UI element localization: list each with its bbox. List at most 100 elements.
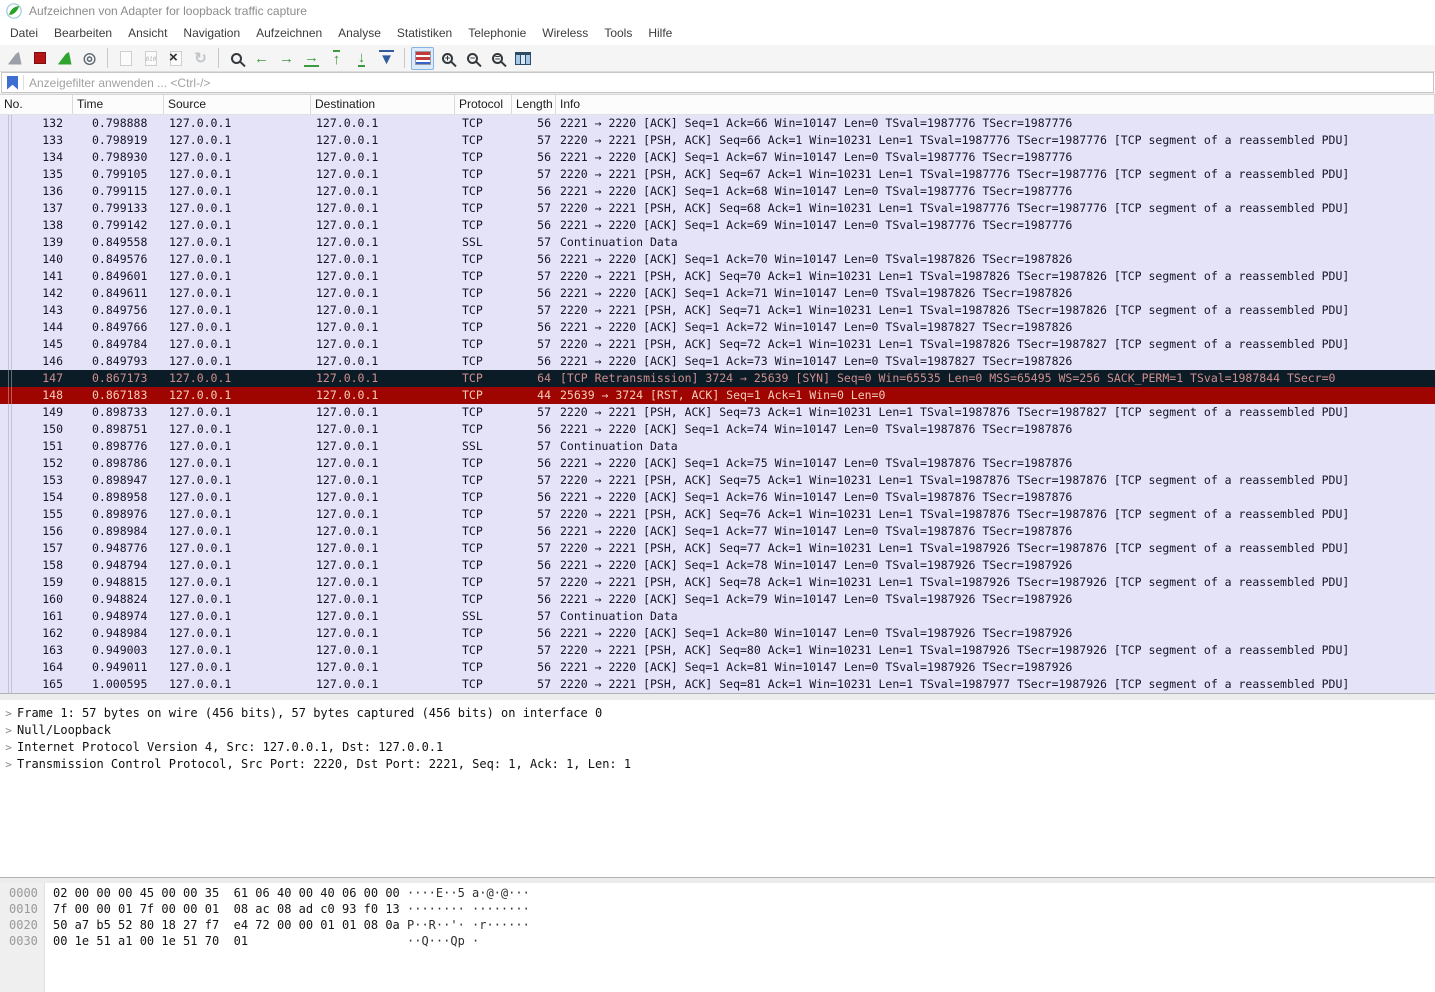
packet-no: 142: [42, 286, 63, 300]
packet-row[interactable]: 138 0.799142 127.0.0.1 127.0.0.1 TCP 56 …: [0, 217, 1435, 234]
packet-row[interactable]: 159 0.948815 127.0.0.1 127.0.0.1 TCP 57 …: [0, 574, 1435, 591]
menu-item[interactable]: Aufzeichnen: [248, 22, 330, 45]
detail-row[interactable]: Frame 1: 57 bytes on wire (456 bits), 57…: [0, 705, 1435, 722]
packet-source: 127.0.0.1: [169, 303, 232, 317]
packet-row[interactable]: 151 0.898776 127.0.0.1 127.0.0.1 SSL 57 …: [0, 438, 1435, 455]
packet-row[interactable]: 150 0.898751 127.0.0.1 127.0.0.1 TCP 56 …: [0, 421, 1435, 438]
packet-row[interactable]: 164 0.949011 127.0.0.1 127.0.0.1 TCP 56 …: [0, 659, 1435, 676]
packet-row[interactable]: 143 0.849756 127.0.0.1 127.0.0.1 TCP 57 …: [0, 302, 1435, 319]
packet-info: 2220 → 2221 [PSH, ACK] Seq=70 Ack=1 Win=…: [560, 269, 1350, 283]
packet-row[interactable]: 155 0.898976 127.0.0.1 127.0.0.1 TCP 57 …: [0, 506, 1435, 523]
packet-row[interactable]: 134 0.798930 127.0.0.1 127.0.0.1 TCP 56 …: [0, 149, 1435, 166]
expand-chevron-icon[interactable]: [0, 756, 17, 773]
menu-item[interactable]: Navigation: [175, 22, 248, 45]
detail-row[interactable]: Null/Loopback: [0, 722, 1435, 739]
stop-capture-icon[interactable]: [28, 47, 51, 70]
packet-row[interactable]: 163 0.949003 127.0.0.1 127.0.0.1 TCP 57 …: [0, 642, 1435, 659]
packet-row[interactable]: 144 0.849766 127.0.0.1 127.0.0.1 TCP 56 …: [0, 319, 1435, 336]
packet-row[interactable]: 141 0.849601 127.0.0.1 127.0.0.1 TCP 57 …: [0, 268, 1435, 285]
auto-scroll-icon[interactable]: ▼: [375, 47, 398, 70]
menu-item[interactable]: Statistiken: [389, 22, 460, 45]
hex-row[interactable]: 0030 00 1e 51 a1 00 1e 51 70 01 ··Q···Qp…: [0, 934, 1435, 950]
packet-row[interactable]: 147 0.867173 127.0.0.1 127.0.0.1 TCP 64 …: [0, 370, 1435, 387]
packet-row[interactable]: 149 0.898733 127.0.0.1 127.0.0.1 TCP 57 …: [0, 404, 1435, 421]
packet-row[interactable]: 136 0.799115 127.0.0.1 127.0.0.1 TCP 56 …: [0, 183, 1435, 200]
go-forward-icon[interactable]: →: [275, 47, 298, 70]
packet-row[interactable]: 160 0.948824 127.0.0.1 127.0.0.1 TCP 56 …: [0, 591, 1435, 608]
resize-columns-icon[interactable]: [511, 47, 534, 70]
column-header-protocol[interactable]: Protocol: [455, 95, 512, 114]
hex-ascii: ········ ········: [407, 902, 530, 916]
column-header-no[interactable]: No.: [0, 95, 73, 114]
pane-splitter-top[interactable]: [0, 693, 1435, 700]
column-header-info[interactable]: Info: [556, 95, 1435, 114]
first-packet-icon[interactable]: ↑: [325, 47, 348, 70]
packet-row[interactable]: 162 0.948984 127.0.0.1 127.0.0.1 TCP 56 …: [0, 625, 1435, 642]
packet-no: 147: [42, 371, 63, 385]
detail-row[interactable]: Internet Protocol Version 4, Src: 127.0.…: [0, 739, 1435, 756]
hex-row[interactable]: 0010 7f 00 00 01 7f 00 00 01 08 ac 08 ad…: [0, 902, 1435, 918]
menu-item[interactable]: Analyse: [330, 22, 389, 45]
packet-row[interactable]: 137 0.799133 127.0.0.1 127.0.0.1 TCP 57 …: [0, 200, 1435, 217]
packet-destination: 127.0.0.1: [316, 116, 379, 130]
packet-protocol: TCP: [462, 643, 483, 657]
packet-protocol: TCP: [462, 354, 483, 368]
packet-row[interactable]: 165 1.000595 127.0.0.1 127.0.0.1 TCP 57 …: [0, 676, 1435, 693]
packet-row[interactable]: 153 0.898947 127.0.0.1 127.0.0.1 TCP 57 …: [0, 472, 1435, 489]
packet-row[interactable]: 135 0.799105 127.0.0.1 127.0.0.1 TCP 57 …: [0, 166, 1435, 183]
packet-row[interactable]: 139 0.849558 127.0.0.1 127.0.0.1 SSL 57 …: [0, 234, 1435, 251]
column-header-time[interactable]: Time: [73, 95, 164, 114]
packet-row[interactable]: 154 0.898958 127.0.0.1 127.0.0.1 TCP 56 …: [0, 489, 1435, 506]
hex-row[interactable]: 0020 50 a7 b5 52 80 18 27 f7 e4 72 00 00…: [0, 918, 1435, 934]
menu-item[interactable]: Ansicht: [120, 22, 175, 45]
packet-row[interactable]: 161 0.948974 127.0.0.1 127.0.0.1 SSL 57 …: [0, 608, 1435, 625]
column-header-destination[interactable]: Destination: [311, 95, 455, 114]
packet-row[interactable]: 157 0.948776 127.0.0.1 127.0.0.1 TCP 57 …: [0, 540, 1435, 557]
colorize-packets-icon[interactable]: [411, 46, 434, 70]
packet-no: 144: [42, 320, 63, 334]
hex-row[interactable]: 0000 02 00 00 00 45 00 00 35 61 06 40 00…: [0, 886, 1435, 902]
packet-row[interactable]: 142 0.849611 127.0.0.1 127.0.0.1 TCP 56 …: [0, 285, 1435, 302]
packet-row[interactable]: 146 0.849793 127.0.0.1 127.0.0.1 TCP 56 …: [0, 353, 1435, 370]
menu-item[interactable]: Bearbeiten: [46, 22, 120, 45]
packet-protocol: TCP: [462, 371, 483, 385]
bookmark-icon[interactable]: [7, 75, 18, 90]
go-back-icon[interactable]: ←: [250, 47, 273, 70]
packet-source: 127.0.0.1: [169, 677, 232, 691]
packet-row[interactable]: 132 0.798888 127.0.0.1 127.0.0.1 TCP 56 …: [0, 115, 1435, 132]
last-packet-icon[interactable]: ↓: [350, 47, 373, 70]
detail-row[interactable]: Transmission Control Protocol, Src Port:…: [0, 756, 1435, 773]
packet-row[interactable]: 152 0.898786 127.0.0.1 127.0.0.1 TCP 56 …: [0, 455, 1435, 472]
packet-row[interactable]: 140 0.849576 127.0.0.1 127.0.0.1 TCP 56 …: [0, 251, 1435, 268]
packet-row[interactable]: 145 0.849784 127.0.0.1 127.0.0.1 TCP 57 …: [0, 336, 1435, 353]
packet-protocol: TCP: [462, 133, 483, 147]
packet-row[interactable]: 148 0.867183 127.0.0.1 127.0.0.1 TCP 44 …: [0, 387, 1435, 404]
packet-length: 56: [537, 184, 551, 198]
menu-item[interactable]: Hilfe: [640, 22, 680, 45]
go-to-packet-icon[interactable]: →: [300, 47, 323, 70]
find-packet-icon[interactable]: [225, 47, 248, 70]
packet-protocol: TCP: [462, 456, 483, 470]
expand-chevron-icon[interactable]: [0, 705, 17, 722]
capture-options-icon[interactable]: ◎: [78, 47, 101, 70]
menu-item[interactable]: Tools: [596, 22, 640, 45]
packet-length: 57: [537, 507, 551, 521]
close-file-icon[interactable]: ×: [164, 47, 187, 70]
menu-item[interactable]: Wireless: [534, 22, 596, 45]
display-filter-input[interactable]: [24, 74, 1433, 91]
packet-row[interactable]: 158 0.948794 127.0.0.1 127.0.0.1 TCP 56 …: [0, 557, 1435, 574]
packet-row[interactable]: 133 0.798919 127.0.0.1 127.0.0.1 TCP 57 …: [0, 132, 1435, 149]
column-header-length[interactable]: Length: [512, 95, 556, 114]
packet-length: 56: [537, 490, 551, 504]
expand-chevron-icon[interactable]: [0, 739, 17, 756]
zoom-in-icon[interactable]: +: [436, 47, 459, 70]
zoom-original-icon[interactable]: =: [486, 47, 509, 70]
restart-capture-icon[interactable]: [53, 47, 76, 70]
column-header-source[interactable]: Source: [164, 95, 311, 114]
packet-row[interactable]: 156 0.898984 127.0.0.1 127.0.0.1 TCP 56 …: [0, 523, 1435, 540]
menu-item[interactable]: Datei: [2, 22, 46, 45]
packet-destination: 127.0.0.1: [316, 201, 379, 215]
zoom-out-icon[interactable]: −: [461, 47, 484, 70]
menu-item[interactable]: Telephonie: [460, 22, 534, 45]
expand-chevron-icon[interactable]: [0, 722, 17, 739]
